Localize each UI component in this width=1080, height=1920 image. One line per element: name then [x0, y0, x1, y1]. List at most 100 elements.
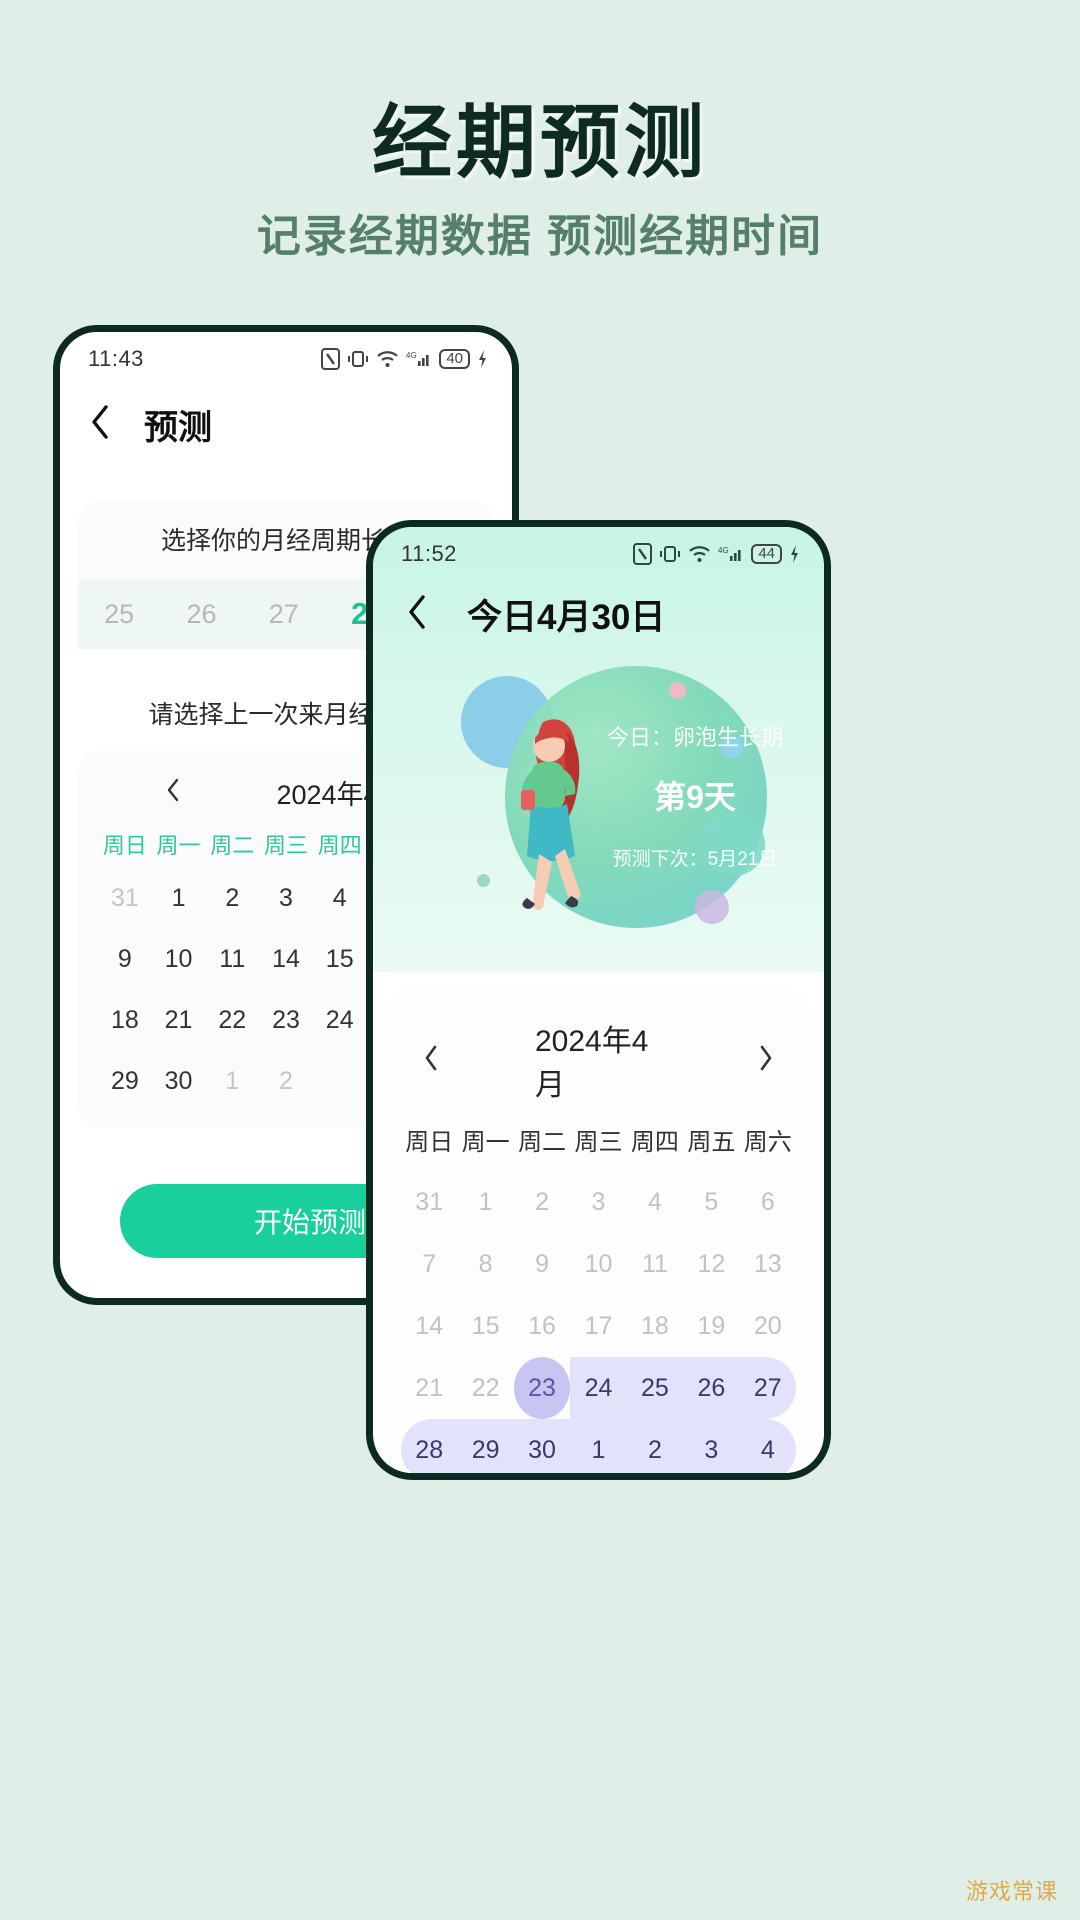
- calendar-day[interactable]: 2: [259, 1053, 313, 1110]
- calendar-day[interactable]: 1: [205, 1053, 259, 1110]
- calendar-day[interactable]: 3: [259, 870, 313, 927]
- calendar-next-button[interactable]: [758, 1044, 774, 1077]
- woman-illustration: [521, 719, 581, 911]
- calendar-day[interactable]: 2: [626, 1419, 684, 1473]
- calendar-day[interactable]: 10: [570, 1233, 626, 1295]
- nfc-icon: [321, 348, 341, 370]
- calendar-day[interactable]: 15: [313, 931, 367, 988]
- wifi-icon: [688, 545, 711, 564]
- calendar-day[interactable]: 9: [514, 1233, 570, 1295]
- phase-label: 今日：卵泡生长期: [606, 725, 783, 750]
- calendar-day[interactable]: 11: [205, 931, 259, 988]
- cycle-status-hero: 今日：卵泡生长期 第9天 预测下次：5月21日: [373, 654, 824, 954]
- calendar-day[interactable]: 29: [457, 1419, 514, 1473]
- calendar-day[interactable]: 1: [457, 1171, 513, 1233]
- calendar-day[interactable]: 29: [98, 1053, 152, 1110]
- charging-icon: [477, 349, 488, 369]
- next-prediction: 预测下次：5月21日: [612, 849, 778, 870]
- calendar-day[interactable]: 12: [683, 1233, 739, 1295]
- calendar-day[interactable]: 15: [457, 1295, 513, 1357]
- signal-4g-icon: 4G: [406, 349, 432, 369]
- calendar-day[interactable]: 1: [152, 870, 206, 927]
- calendar-day[interactable]: 28: [401, 1419, 458, 1473]
- calendar-day[interactable]: 24: [313, 992, 367, 1049]
- decorative-dot: [669, 682, 686, 699]
- vibrate-icon: [659, 543, 681, 565]
- page-title: 经期预测: [372, 98, 708, 187]
- calendar-day[interactable]: 16: [514, 1295, 570, 1357]
- calendar-day[interactable]: 30: [152, 1053, 206, 1110]
- calendar-day[interactable]: 3: [683, 1419, 740, 1473]
- battery-indicator: 44: [751, 544, 782, 564]
- battery-indicator: 40: [439, 349, 470, 369]
- calendar-today: 2024年4月 周日 周一 周二 周三 周四 周五 周六 31 1 2 3 4 …: [387, 990, 810, 1473]
- calendar-day[interactable]: 21: [152, 992, 206, 1049]
- calendar-weekday-header: 周日 周一 周二 周三 周四 周五 周六: [401, 1122, 796, 1171]
- calendar-day[interactable]: 22: [457, 1357, 513, 1419]
- calendar-day-today[interactable]: 23: [513, 1357, 571, 1419]
- calendar-day[interactable]: 20: [740, 1295, 796, 1357]
- calendar-prev-button[interactable]: [423, 1044, 439, 1077]
- vibrate-icon: [347, 348, 369, 370]
- weekday-label: 周三: [574, 1129, 623, 1156]
- decorative-dot: [477, 874, 490, 887]
- calendar-day[interactable]: 5: [683, 1171, 739, 1233]
- back-button[interactable]: [90, 405, 110, 444]
- status-clock: 11:52: [401, 541, 457, 566]
- calendar-day[interactable]: 2: [514, 1171, 570, 1233]
- cycle-option[interactable]: 25: [104, 599, 134, 630]
- calendar-day[interactable]: 10: [152, 931, 206, 988]
- weekday-label: 周五: [687, 1129, 736, 1156]
- calendar-day[interactable]: 4: [739, 1419, 796, 1473]
- calendar-day[interactable]: 24: [570, 1357, 627, 1419]
- calendar-day[interactable]: 9: [98, 931, 152, 988]
- calendar-day[interactable]: 4: [627, 1171, 683, 1233]
- weekday-label: 周一: [156, 833, 201, 858]
- calendar-day[interactable]: 18: [627, 1295, 683, 1357]
- weekday-label: 周四: [630, 1129, 679, 1156]
- calendar-nav: 2024年4月: [401, 1006, 796, 1122]
- calendar-day[interactable]: 21: [401, 1357, 457, 1419]
- status-bar: 11:52 4G 44: [373, 527, 824, 571]
- calendar-day[interactable]: 4: [313, 870, 367, 927]
- calendar-day[interactable]: 25: [626, 1357, 684, 1419]
- calendar-day[interactable]: 31: [98, 870, 152, 927]
- calendar-prev-button[interactable]: [166, 778, 180, 807]
- calendar-day[interactable]: 18: [98, 992, 152, 1049]
- weekday-label: 周三: [263, 833, 308, 858]
- wifi-icon: [376, 350, 399, 369]
- decorative-dot: [695, 890, 729, 924]
- nfc-icon: [633, 543, 653, 565]
- calendar-day[interactable]: 19: [683, 1295, 739, 1357]
- calendar-day[interactable]: 22: [205, 992, 259, 1049]
- charging-icon: [789, 544, 800, 564]
- calendar-day[interactable]: 6: [740, 1171, 796, 1233]
- calendar-day[interactable]: 7: [401, 1233, 457, 1295]
- calendar-grid[interactable]: 31 1 2 3 4 5 6 7 8 9 10 11 12 13 14 15 1…: [401, 1171, 796, 1473]
- calendar-day[interactable]: 30: [513, 1419, 571, 1473]
- weekday-label: 周二: [210, 833, 255, 858]
- phone-mockup-today: 11:52 4G 44 今日4月30日 今日：卵泡生长期 第9天 预测下次：5月…: [366, 520, 831, 1480]
- calendar-day[interactable]: 23: [259, 992, 313, 1049]
- calendar-day[interactable]: 3: [570, 1171, 626, 1233]
- back-button[interactable]: [407, 595, 427, 634]
- calendar-day[interactable]: 14: [259, 931, 313, 988]
- weekday-label: 周一: [461, 1129, 510, 1156]
- calendar-day[interactable]: 13: [740, 1233, 796, 1295]
- calendar-day[interactable]: 14: [401, 1295, 457, 1357]
- hero-text-block: 今日：卵泡生长期 第9天 预测下次：5月21日: [595, 720, 795, 871]
- calendar-day[interactable]: 8: [457, 1233, 513, 1295]
- cycle-option[interactable]: 27: [269, 599, 299, 630]
- weekday-label: 周四: [317, 833, 362, 858]
- calendar-day[interactable]: 31: [401, 1171, 457, 1233]
- calendar-day[interactable]: 17: [570, 1295, 626, 1357]
- calendar-day[interactable]: 1: [570, 1419, 627, 1473]
- weekday-label: 周日: [405, 1129, 454, 1156]
- app-header: 今日4月30日: [373, 571, 824, 650]
- status-icons: 4G 44: [633, 543, 800, 565]
- calendar-day[interactable]: 27: [739, 1357, 796, 1419]
- calendar-day[interactable]: 26: [683, 1357, 740, 1419]
- calendar-day[interactable]: 11: [627, 1233, 683, 1295]
- calendar-day[interactable]: 2: [205, 870, 259, 927]
- cycle-option[interactable]: 26: [186, 599, 216, 630]
